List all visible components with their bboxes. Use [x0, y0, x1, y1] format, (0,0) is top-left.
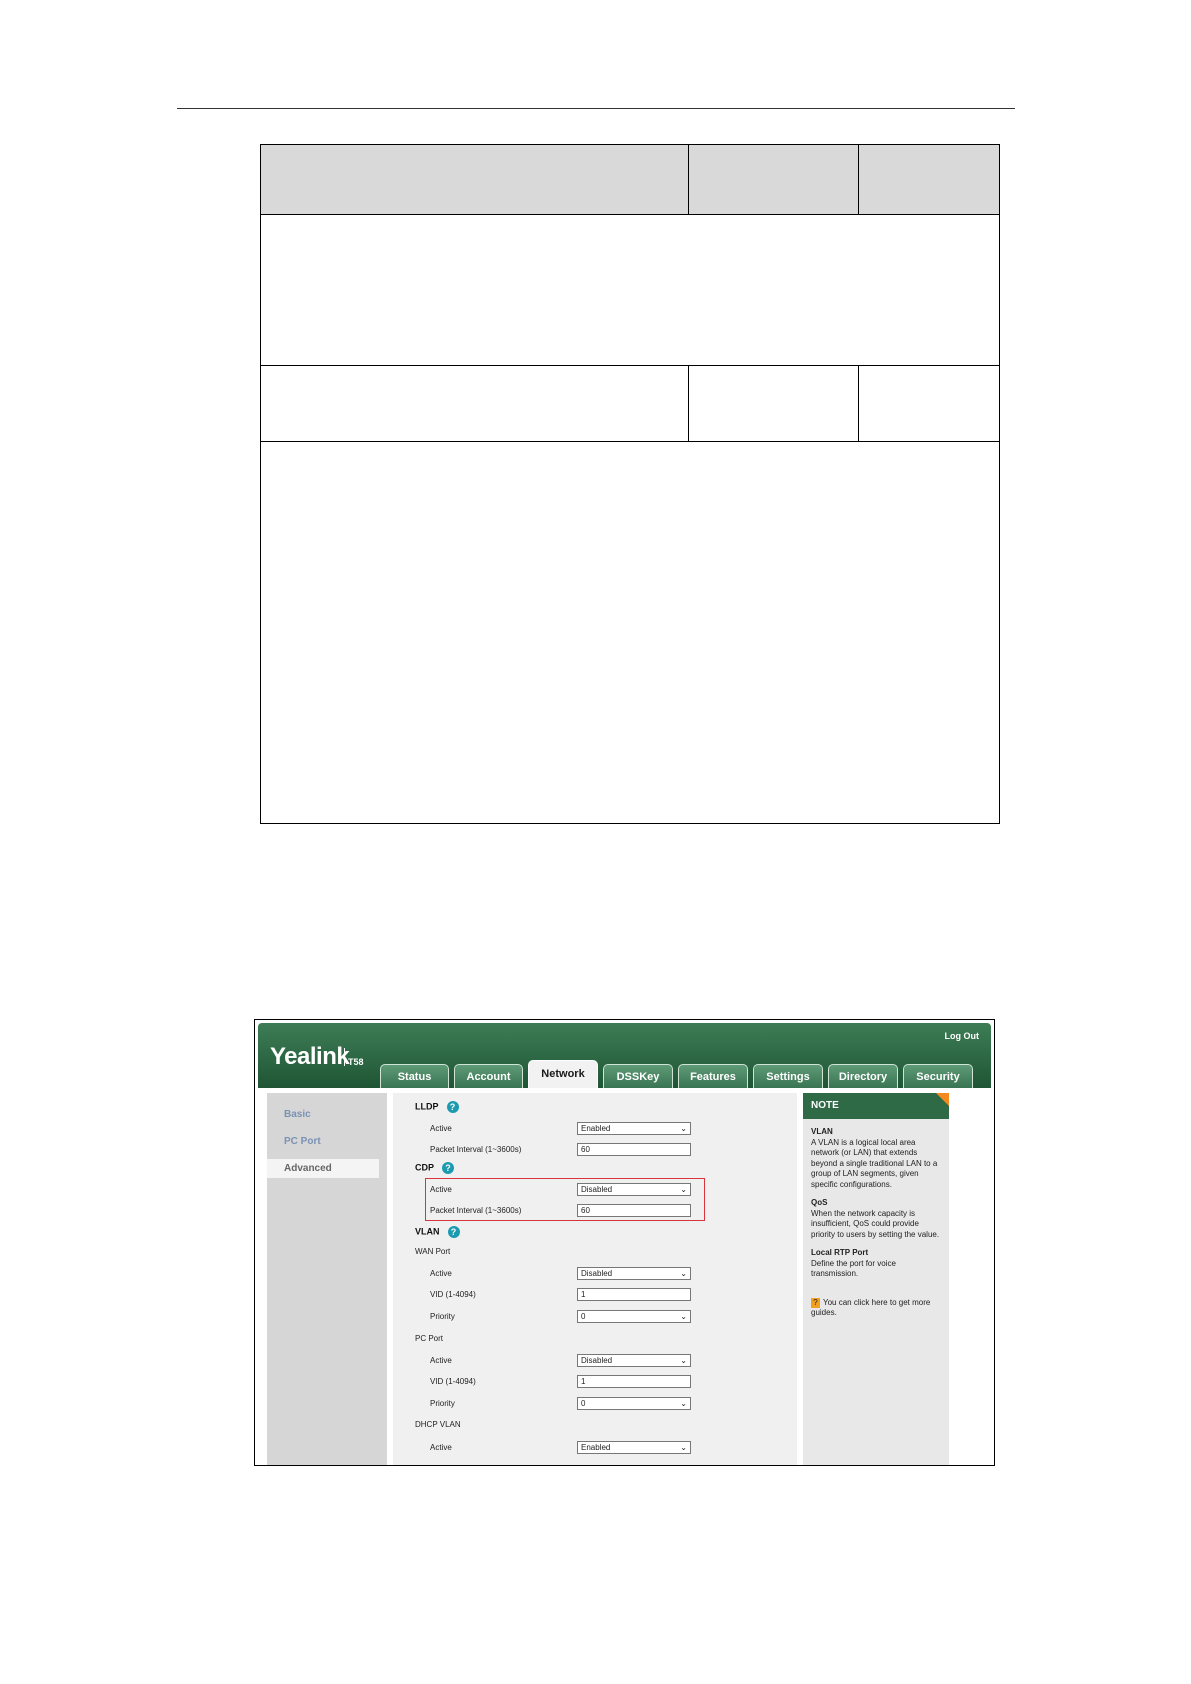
table-row-2-col-2	[689, 366, 859, 442]
dhcp-active-label: Active	[430, 1443, 452, 1452]
tab-settings[interactable]: Settings	[753, 1064, 823, 1088]
vlan-section-title: VLAN?	[415, 1226, 460, 1238]
vlan-title: VLAN	[415, 1226, 440, 1237]
chevron-down-icon: ⌄	[680, 1356, 687, 1365]
pc-port-label: PC Port	[415, 1334, 444, 1343]
dhcp-vlan-label: DHCP VLAN	[415, 1420, 461, 1429]
pc-vid-input[interactable]: 1	[577, 1375, 691, 1388]
dhcp-active-select[interactable]: Enabled ⌄	[577, 1441, 691, 1454]
wan-active-select[interactable]: Disabled ⌄	[577, 1267, 691, 1280]
wan-port-label: WAN Port	[415, 1247, 451, 1256]
note-body: VLAN A VLAN is a logical local area netw…	[811, 1127, 941, 1319]
note-qos-title: QoS	[811, 1198, 828, 1207]
lldp-interval-label: Packet Interval (1~3600s)	[430, 1145, 522, 1154]
cdp-active-value: Disabled	[581, 1185, 613, 1194]
table-description-row-2	[261, 442, 999, 823]
tab-network[interactable]: Network	[528, 1060, 598, 1088]
tab-directory[interactable]: Directory	[828, 1064, 898, 1088]
cdp-active-select[interactable]: Disabled ⌄	[577, 1183, 691, 1196]
nav-pc-port[interactable]: PC Port	[284, 1136, 321, 1147]
help-icon[interactable]: ?	[446, 1101, 459, 1113]
cdp-title: CDP	[415, 1162, 435, 1173]
wan-active-label: Active	[430, 1269, 452, 1278]
note-vlan-title: VLAN	[811, 1127, 833, 1136]
pc-priority-select[interactable]: 0 ⌄	[577, 1397, 691, 1410]
table-row-2-col-3	[859, 366, 999, 442]
table-description-row-1	[261, 215, 999, 366]
note-panel: NOTE VLAN A VLAN is a logical local area…	[803, 1093, 949, 1465]
table-header-col-3	[859, 145, 999, 215]
table-header-col-2	[689, 145, 859, 215]
chevron-down-icon: ⌄	[680, 1124, 687, 1133]
chevron-down-icon: ⌄	[680, 1312, 687, 1321]
pc-active-select[interactable]: Disabled ⌄	[577, 1354, 691, 1367]
note-rtp-title: Local RTP Port	[811, 1248, 869, 1257]
tab-dsskey[interactable]: DSSKey	[603, 1064, 673, 1088]
web-ui-screenshot: Log Out Yealink T58 Status Account Netwo…	[254, 1019, 995, 1466]
wan-vid-label: VID (1-4094)	[430, 1290, 476, 1299]
lldp-active-label: Active	[430, 1124, 452, 1133]
lldp-active-select[interactable]: Enabled ⌄	[577, 1122, 691, 1135]
left-nav: Basic PC Port Advanced	[267, 1093, 387, 1465]
wan-active-value: Disabled	[581, 1269, 613, 1278]
note-corner-icon	[936, 1093, 949, 1106]
tab-account[interactable]: Account	[454, 1064, 523, 1088]
lldp-interval-input[interactable]: 60	[577, 1143, 691, 1156]
note-vlan-text: A VLAN is a logical local area network (…	[811, 1137, 938, 1189]
table-row-2-col-1	[261, 366, 689, 442]
nav-advanced[interactable]: Advanced	[267, 1159, 379, 1178]
table-header-col-1	[261, 145, 689, 215]
logout-link[interactable]: Log Out	[945, 1031, 980, 1041]
tab-status[interactable]: Status	[380, 1064, 449, 1088]
pc-active-value: Disabled	[581, 1356, 613, 1365]
lldp-section-title: LLDP?	[415, 1101, 459, 1113]
wan-priority-select[interactable]: 0 ⌄	[577, 1310, 691, 1323]
cdp-interval-input[interactable]: 60	[577, 1204, 691, 1217]
note-rtp-text: Define the port for voice transmission.	[811, 1258, 896, 1279]
wan-priority-value: 0	[581, 1312, 586, 1321]
pc-priority-value: 0	[581, 1399, 586, 1408]
model-label: T58	[344, 1048, 364, 1067]
cdp-active-label: Active	[430, 1185, 452, 1194]
settings-panel: LLDP? Active Enabled ⌄ Packet Interval (1…	[393, 1093, 797, 1465]
guide-icon: ?	[811, 1297, 820, 1308]
cdp-section-title: CDP?	[415, 1162, 455, 1174]
wan-vid-input[interactable]: 1	[577, 1288, 691, 1301]
yealink-logo: Yealink	[270, 1043, 350, 1070]
nav-basic[interactable]: Basic	[284, 1109, 311, 1120]
guide-link[interactable]: ? You can click here to get more guides.	[811, 1297, 941, 1319]
chevron-down-icon: ⌄	[680, 1399, 687, 1408]
dhcp-active-value: Enabled	[581, 1443, 611, 1452]
chevron-down-icon: ⌄	[680, 1269, 687, 1278]
pc-vid-label: VID (1-4094)	[430, 1377, 476, 1386]
pc-active-label: Active	[430, 1356, 452, 1365]
guide-text: You can click here to get more guides.	[811, 1297, 931, 1318]
tab-features[interactable]: Features	[678, 1064, 748, 1088]
pc-priority-label: Priority	[430, 1399, 455, 1408]
chevron-down-icon: ⌄	[680, 1443, 687, 1452]
note-qos-text: When the network capacity is insufficien…	[811, 1208, 940, 1239]
wan-priority-label: Priority	[430, 1312, 455, 1321]
help-icon[interactable]: ?	[442, 1162, 455, 1174]
lldp-active-value: Enabled	[581, 1124, 611, 1133]
lldp-title: LLDP	[415, 1101, 439, 1112]
header-rule	[177, 108, 1015, 109]
help-icon[interactable]: ?	[447, 1226, 460, 1238]
parameter-table	[260, 144, 1000, 824]
chevron-down-icon: ⌄	[680, 1185, 687, 1194]
cdp-interval-label: Packet Interval (1~3600s)	[430, 1206, 522, 1215]
top-bar: Log Out Yealink T58 Status Account Netwo…	[258, 1023, 991, 1088]
tab-security[interactable]: Security	[903, 1064, 973, 1088]
note-title: NOTE	[803, 1093, 949, 1119]
